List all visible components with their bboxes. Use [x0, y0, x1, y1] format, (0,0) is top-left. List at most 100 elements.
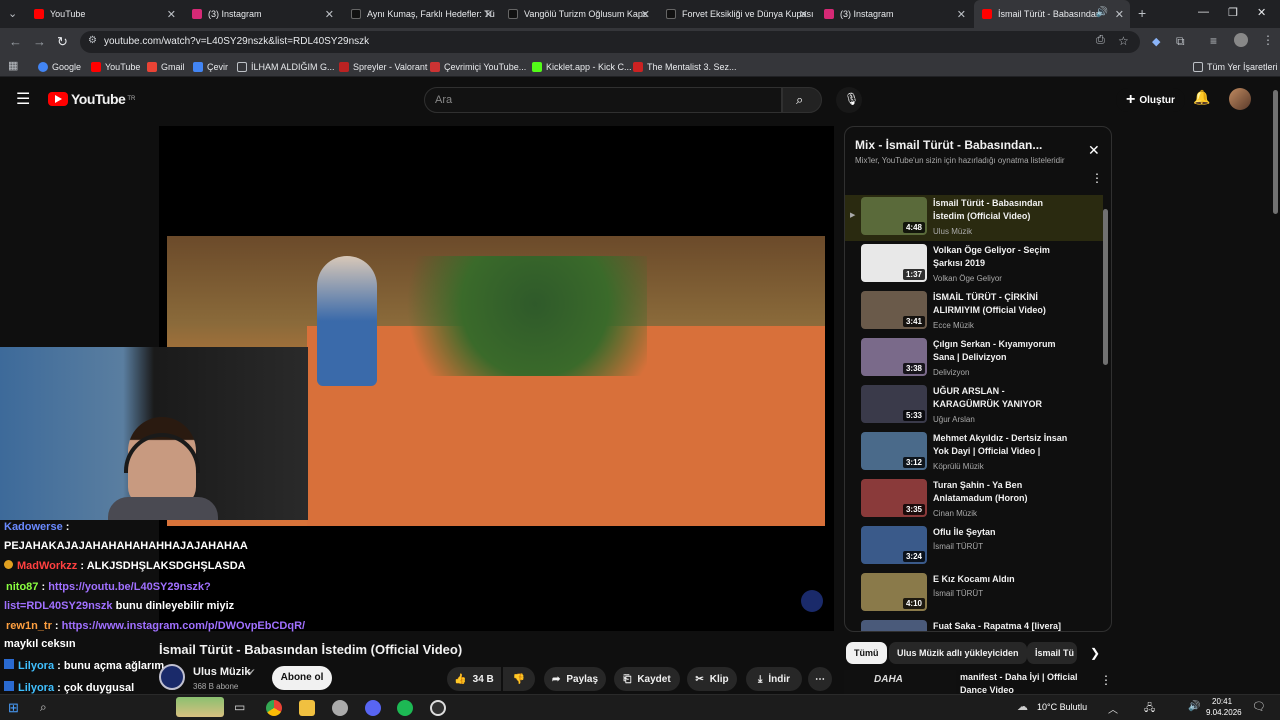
- hamburger-menu-icon[interactable]: ☰: [16, 89, 30, 109]
- playlist-item-title[interactable]: Turan Şahin - Ya Ben Anlatamadum (Horon): [933, 479, 1073, 505]
- playlist-item[interactable]: 4:10 E Kız Kocamı Aldın İsmail TÜRÜT: [845, 571, 1103, 617]
- youtube-logo[interactable]: YouTube TR: [48, 91, 135, 107]
- playlist-thumbnail[interactable]: [861, 620, 927, 631]
- chevron-right-icon[interactable]: ❯: [1090, 646, 1100, 660]
- profile-icon[interactable]: [1234, 33, 1248, 47]
- playlist-item-title[interactable]: Mehmet Akyıldız - Dertsiz İnsan Yok Dayi…: [933, 432, 1073, 458]
- playlist-item-title[interactable]: UĞUR ARSLAN - KARAGÜMRÜK YANIYOR: [933, 385, 1073, 411]
- notification-icon[interactable]: 🗨: [1252, 700, 1266, 713]
- next-video-thumbnail[interactable]: DAHA: [844, 670, 956, 694]
- extension-icon[interactable]: ◆: [1152, 35, 1160, 48]
- close-icon[interactable]: ✕: [641, 8, 650, 21]
- playlist-item-title[interactable]: Çılgın Serkan - Kıyamıyorum Sana | Deliv…: [933, 338, 1073, 364]
- bookmark-youtube[interactable]: YouTube: [91, 59, 140, 74]
- chip-artist[interactable]: İsmail Tü: [1027, 642, 1077, 664]
- playlist-item-title[interactable]: E Kız Kocamı Aldın: [933, 573, 1073, 586]
- apps-grid-icon[interactable]: ▦: [8, 59, 18, 72]
- close-icon[interactable]: ✕: [799, 8, 808, 21]
- start-icon[interactable]: ⊞: [8, 700, 19, 716]
- download-button[interactable]: ⤓ İndir: [746, 667, 802, 691]
- playlist-item[interactable]: 5:33 UĞUR ARSLAN - KARAGÜMRÜK YANIYOR Uğur…: [845, 383, 1103, 429]
- playlist-item[interactable]: 1:37 Volkan Öge Geliyor - Seçim Şarkısı 2…: [845, 242, 1103, 288]
- task-view-icon[interactable]: ▭: [234, 700, 245, 714]
- speaker-icon[interactable]: 🔊: [1096, 7, 1108, 18]
- playlist-thumbnail[interactable]: 3:35: [861, 479, 927, 517]
- discord-icon[interactable]: [365, 700, 381, 716]
- bookmark-kicklet[interactable]: Kicklet.app - Kick C...: [532, 59, 632, 74]
- network-icon[interactable]: 🖧: [1144, 701, 1155, 718]
- tab-article[interactable]: Vangölü Turizm Oğlusum Kaps ✕: [500, 0, 656, 28]
- tab-search-icon[interactable]: ⌄: [8, 7, 17, 20]
- channel-watermark-icon[interactable]: [801, 590, 823, 612]
- playlist-item-title[interactable]: Fuat Saka - Rapatma 4 [livera] (Şarkı Sö…: [933, 620, 1073, 631]
- playlist-thumbnail[interactable]: 3:38: [861, 338, 927, 376]
- save-button[interactable]: ⎗ Kaydet: [614, 667, 680, 691]
- close-icon[interactable]: ✕: [484, 8, 493, 21]
- playlist-item[interactable]: 3:12 Mehmet Akyıldız - Dertsiz İnsan Yok …: [845, 430, 1103, 476]
- playlist-item-title[interactable]: Oflu İle Şeytan: [933, 526, 1073, 539]
- site-info-icon[interactable]: ⚙: [88, 35, 97, 46]
- subscribe-button[interactable]: Abone ol: [272, 666, 332, 690]
- app-icon[interactable]: [332, 700, 348, 716]
- tab-youtube[interactable]: YouTube ✕: [26, 0, 182, 28]
- tab-article[interactable]: Forvet Eksikliği ve Dünya Kupası ✕: [658, 0, 814, 28]
- voice-search-button[interactable]: 🎙: [836, 87, 862, 113]
- playlist-scrollbar[interactable]: [1103, 195, 1109, 627]
- back-icon[interactable]: ←: [9, 34, 22, 49]
- playlist-thumbnail[interactable]: 3:41: [861, 291, 927, 329]
- bookmark-valorant[interactable]: Spreyler - Valorant: [339, 59, 427, 74]
- new-tab-button[interactable]: +: [1138, 5, 1146, 21]
- like-button[interactable]: 👍 34 B: [447, 667, 501, 691]
- close-icon[interactable]: ✕: [167, 8, 176, 21]
- bookmark-translate[interactable]: Çevir: [193, 59, 228, 74]
- next-video-menu-icon[interactable]: ⋮: [1100, 673, 1112, 687]
- playlist-item[interactable]: 3:24 Oflu İle Şeytan İsmail TÜRÜT: [845, 524, 1103, 570]
- volume-icon[interactable]: 🔊: [1188, 701, 1200, 712]
- playlist-item[interactable]: 3:41 İSMAİL TÜRÜT - ÇİRKİNİ ALIRMIYIM (Of…: [845, 289, 1103, 335]
- tray-chevron-icon[interactable]: ︿: [1108, 701, 1118, 716]
- taskbar-widget[interactable]: [176, 697, 224, 717]
- file-explorer-icon[interactable]: [299, 700, 315, 716]
- page-scrollbar[interactable]: [1272, 84, 1280, 692]
- forward-icon[interactable]: →: [33, 34, 46, 49]
- media-control-icon[interactable]: ≡: [1210, 34, 1217, 48]
- reload-icon[interactable]: ↻: [57, 34, 68, 50]
- bookmark-gmail[interactable]: Gmail: [147, 59, 185, 74]
- playlist-item[interactable]: 3:38 Çılgın Serkan - Kıyamıyorum Sana | D…: [845, 336, 1103, 382]
- playlist-item-title[interactable]: Volkan Öge Geliyor - Seçim Şarkısı 2019: [933, 244, 1073, 270]
- playlist-thumbnail[interactable]: 4:48: [861, 197, 927, 235]
- minimize-button[interactable]: —: [1198, 6, 1209, 18]
- avatar[interactable]: [1229, 88, 1251, 110]
- close-icon[interactable]: ✕: [1115, 8, 1124, 21]
- playlist-thumbnail[interactable]: 1:37: [861, 244, 927, 282]
- chat-link[interactable]: https://youtu.be/L40SY29nszk?: [48, 581, 211, 593]
- clock-time[interactable]: 20:41: [1212, 697, 1232, 706]
- playlist-thumbnail[interactable]: 3:12: [861, 432, 927, 470]
- close-icon[interactable]: ✕: [1088, 142, 1100, 159]
- tab-instagram[interactable]: (3) Instagram ✕: [184, 0, 340, 28]
- playlist-item[interactable]: Fuat Saka - Rapatma 4 [livera] (Şarkı Sö…: [845, 618, 1103, 631]
- playlist-thumbnail[interactable]: 4:10: [861, 573, 927, 611]
- extensions-icon[interactable]: ⧉: [1176, 34, 1185, 49]
- chat-link[interactable]: list=RDL40SY29nszk: [4, 600, 113, 612]
- close-icon[interactable]: ✕: [957, 8, 966, 21]
- more-actions-button[interactable]: ⋯: [808, 667, 832, 691]
- scrollbar-thumb[interactable]: [1103, 209, 1108, 365]
- playlist-item-title[interactable]: İsmail Türüt - Babasından İstedim (Offic…: [933, 197, 1073, 223]
- close-icon[interactable]: ✕: [325, 8, 334, 21]
- bookmark-star-icon[interactable]: ☆: [1118, 34, 1129, 48]
- search-input[interactable]: Ara: [424, 87, 782, 113]
- playlist-item[interactable]: ▶ 4:48 İsmail Türüt - Babasından İstedim (…: [845, 195, 1103, 241]
- notifications-bell-icon[interactable]: 🔔: [1193, 89, 1210, 106]
- clock-date[interactable]: 9.04.2026: [1206, 708, 1242, 717]
- all-bookmarks[interactable]: Tüm Yer İşaretleri: [1193, 59, 1278, 74]
- create-button[interactable]: + Oluştur: [1116, 88, 1185, 112]
- page-scrollbar-thumb[interactable]: [1273, 90, 1278, 214]
- bookmark-mentalist[interactable]: The Mentalist 3. Sez...: [633, 59, 737, 74]
- url-bar[interactable]: ⚙ youtube.com/watch?v=L40SY29nszk&list=R…: [80, 31, 1140, 53]
- playlist-menu-icon[interactable]: ⋮: [1091, 171, 1103, 185]
- tab-youtube-active[interactable]: İsmail Türüt - Babasından İ 🔊 ✕: [974, 0, 1130, 28]
- bookmark-google[interactable]: Google: [38, 59, 81, 74]
- channel-name[interactable]: Ulus Müzik: [193, 666, 250, 678]
- weather-text[interactable]: 10°C Bulutlu: [1037, 702, 1087, 712]
